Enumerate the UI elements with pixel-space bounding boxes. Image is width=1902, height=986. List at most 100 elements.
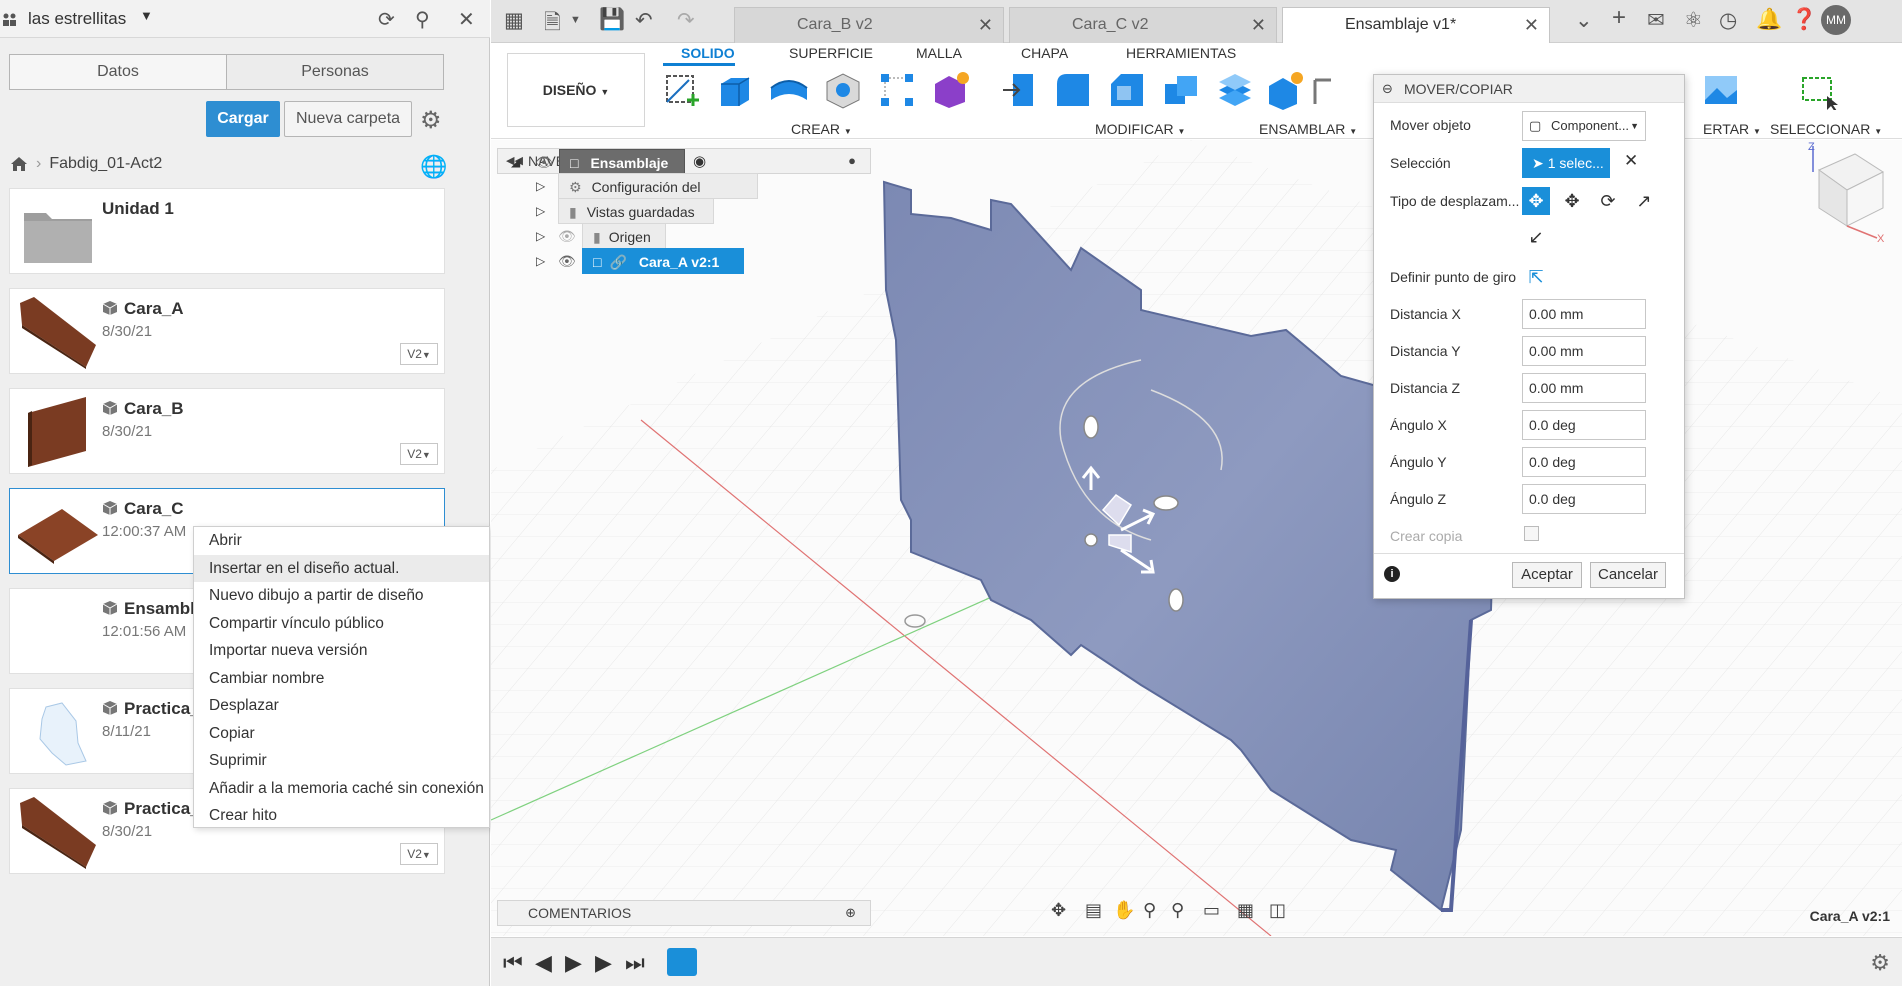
- undo-icon[interactable]: ↶: [635, 8, 653, 33]
- play-icon[interactable]: ▶: [565, 950, 582, 976]
- collapse-icon[interactable]: ⊖: [1382, 75, 1393, 103]
- file-icon[interactable]: 🗎: [544, 8, 561, 43]
- home-icon[interactable]: [10, 156, 28, 172]
- chevron-down-icon[interactable]: ▼: [140, 8, 153, 23]
- expand-icon[interactable]: ▷: [536, 248, 545, 274]
- look-at-icon[interactable]: ▤: [1085, 900, 1102, 921]
- form-icon[interactable]: [931, 70, 971, 110]
- pivot-handle[interactable]: [1084, 533, 1098, 547]
- menu-item-share-link[interactable]: Compartir vínculo público: [194, 610, 489, 638]
- menu-item-new-drawing[interactable]: Nuevo dibujo a partir de diseño: [194, 582, 489, 610]
- search-icon[interactable]: ⚲: [415, 7, 430, 32]
- close-icon[interactable]: ✕: [1251, 8, 1266, 42]
- eye-icon[interactable]: 👁: [558, 248, 576, 274]
- close-icon[interactable]: ✕: [1524, 8, 1539, 42]
- tree-node-label[interactable]: ▮ Origen: [582, 223, 666, 249]
- menu-item-copy[interactable]: Copiar: [194, 720, 489, 748]
- fit-icon[interactable]: ⚲: [1171, 900, 1184, 921]
- chevron-down-icon[interactable]: ▼: [570, 14, 581, 26]
- workspace-switcher[interactable]: DISEÑO ▼: [507, 53, 645, 127]
- breadcrumb-folder[interactable]: Fabdig_01-Act2: [49, 155, 162, 173]
- close-icon[interactable]: ✕: [458, 7, 475, 32]
- chamfer-icon[interactable]: [1107, 70, 1147, 110]
- pan-icon[interactable]: ✋: [1113, 900, 1135, 921]
- expand-icon[interactable]: ▷: [536, 223, 545, 249]
- clock-icon[interactable]: ◷: [1719, 8, 1737, 33]
- distance-y-input[interactable]: 0.00 mm: [1522, 336, 1646, 366]
- new-component-icon[interactable]: [1265, 70, 1305, 110]
- group-select[interactable]: SELECCIONAR ▼: [1770, 121, 1882, 137]
- free-move-icon[interactable]: ✥: [1522, 187, 1550, 215]
- collapse-icon[interactable]: ◢: [511, 149, 520, 175]
- point-to-position-icon[interactable]: ↙: [1522, 223, 1550, 251]
- orbit-icon[interactable]: ✥: [1051, 900, 1066, 921]
- tab-cara-c[interactable]: Cara_C v2 ✕: [1009, 7, 1277, 43]
- rotate-handle[interactable]: [1083, 415, 1099, 439]
- globe-icon[interactable]: 🌐: [420, 154, 447, 180]
- move-object-dropdown[interactable]: ▢ Component... ▼: [1522, 111, 1646, 141]
- menu-item-milestone[interactable]: Crear hito: [194, 802, 489, 830]
- extrude-icon[interactable]: [715, 70, 755, 110]
- rotate-handle[interactable]: [1168, 588, 1184, 612]
- rotate-handle[interactable]: [1153, 495, 1179, 511]
- project-name[interactable]: las estrellitas: [28, 9, 126, 29]
- group-modify[interactable]: MODIFICAR ▼: [1095, 121, 1185, 137]
- upload-button[interactable]: Cargar: [206, 101, 280, 137]
- offset-face-icon[interactable]: [1215, 70, 1255, 110]
- close-icon[interactable]: ✕: [978, 8, 993, 42]
- group-assemble[interactable]: ENSAMBLAR ▼: [1259, 121, 1357, 137]
- settings-icon[interactable]: ⚙: [1870, 950, 1890, 976]
- list-item[interactable]: Unidad 1: [9, 188, 445, 274]
- distance-z-input[interactable]: 0.00 mm: [1522, 373, 1646, 403]
- help-icon[interactable]: ❓: [1791, 8, 1817, 32]
- tab-datos[interactable]: Datos: [10, 55, 226, 89]
- combine-icon[interactable]: [1161, 70, 1201, 110]
- menu-item-move[interactable]: Desplazar: [194, 692, 489, 720]
- radio-active-icon[interactable]: ◉: [693, 149, 706, 175]
- expand-icon[interactable]: ▷: [536, 173, 545, 199]
- refresh-icon[interactable]: ⟳: [378, 7, 395, 32]
- distance-x-input[interactable]: 0.00 mm: [1522, 299, 1646, 329]
- set-pivot-icon[interactable]: ⇱: [1522, 263, 1550, 291]
- group-create[interactable]: CREAR ▼: [791, 121, 852, 137]
- tab-malla[interactable]: MALLA: [916, 45, 962, 61]
- menu-item-open[interactable]: Abrir: [194, 527, 489, 555]
- first-step-icon[interactable]: ⏮: [503, 950, 523, 976]
- pin-icon[interactable]: ●: [848, 149, 856, 173]
- canvas-viewport[interactable]: ◀◀ NAVEGADOR ● ◢ 👁 □Ensamblaje v1 ◉ ▷ ⚙C…: [491, 140, 1902, 936]
- version-badge[interactable]: V2▼: [400, 843, 438, 865]
- save-icon[interactable]: 💾: [599, 8, 625, 32]
- next-step-icon[interactable]: ▶: [595, 950, 612, 976]
- menu-item-import-version[interactable]: Importar nueva versión: [194, 637, 489, 665]
- new-folder-button[interactable]: Nueva carpeta: [284, 101, 412, 137]
- eye-hidden-icon[interactable]: 👁: [558, 223, 576, 249]
- tree-node-label-selected[interactable]: □ 🔗 Cara_A v2:1: [582, 248, 744, 274]
- expand-icon[interactable]: ▷: [536, 198, 545, 224]
- previous-step-icon[interactable]: ◀: [535, 950, 552, 976]
- tree-node-label[interactable]: ⚙Configuración del documento: [558, 173, 758, 221]
- create-sketch-icon[interactable]: [661, 70, 701, 110]
- press-pull-icon[interactable]: [999, 70, 1039, 110]
- bell-icon[interactable]: 🔔: [1756, 8, 1782, 32]
- viewcube[interactable]: Z X: [1779, 142, 1889, 242]
- fillet-icon[interactable]: [1053, 70, 1093, 110]
- tree-node-label[interactable]: ▮ Vistas guardadas: [558, 198, 714, 224]
- selection-chip[interactable]: ➤ 1 selec...: [1522, 148, 1610, 178]
- create-copy-checkbox[interactable]: [1524, 526, 1539, 541]
- menu-item-delete[interactable]: Suprimir: [194, 747, 489, 775]
- tab-cara-b[interactable]: Cara_B v2 ✕: [734, 7, 1004, 43]
- eye-icon[interactable]: 👁: [535, 149, 553, 175]
- display-settings-icon[interactable]: ▭: [1203, 900, 1220, 921]
- angle-y-input[interactable]: 0.0 deg: [1522, 447, 1646, 477]
- menu-item-rename[interactable]: Cambiar nombre: [194, 665, 489, 693]
- clear-selection-icon[interactable]: ✕: [1624, 151, 1638, 171]
- insert-canvas-icon[interactable]: [1701, 70, 1741, 110]
- tab-solido[interactable]: SOLIDO: [681, 45, 735, 61]
- ok-button[interactable]: Aceptar: [1512, 562, 1582, 588]
- viewports-icon[interactable]: ◫: [1269, 900, 1286, 921]
- zoom-icon[interactable]: ⚲: [1143, 900, 1156, 921]
- add-comment-icon[interactable]: ⊕: [845, 901, 856, 925]
- rotate-icon[interactable]: ⟳: [1594, 187, 1622, 215]
- hole-icon[interactable]: [823, 70, 863, 110]
- list-item[interactable]: Cara_A 8/30/21 V2▼: [9, 288, 445, 374]
